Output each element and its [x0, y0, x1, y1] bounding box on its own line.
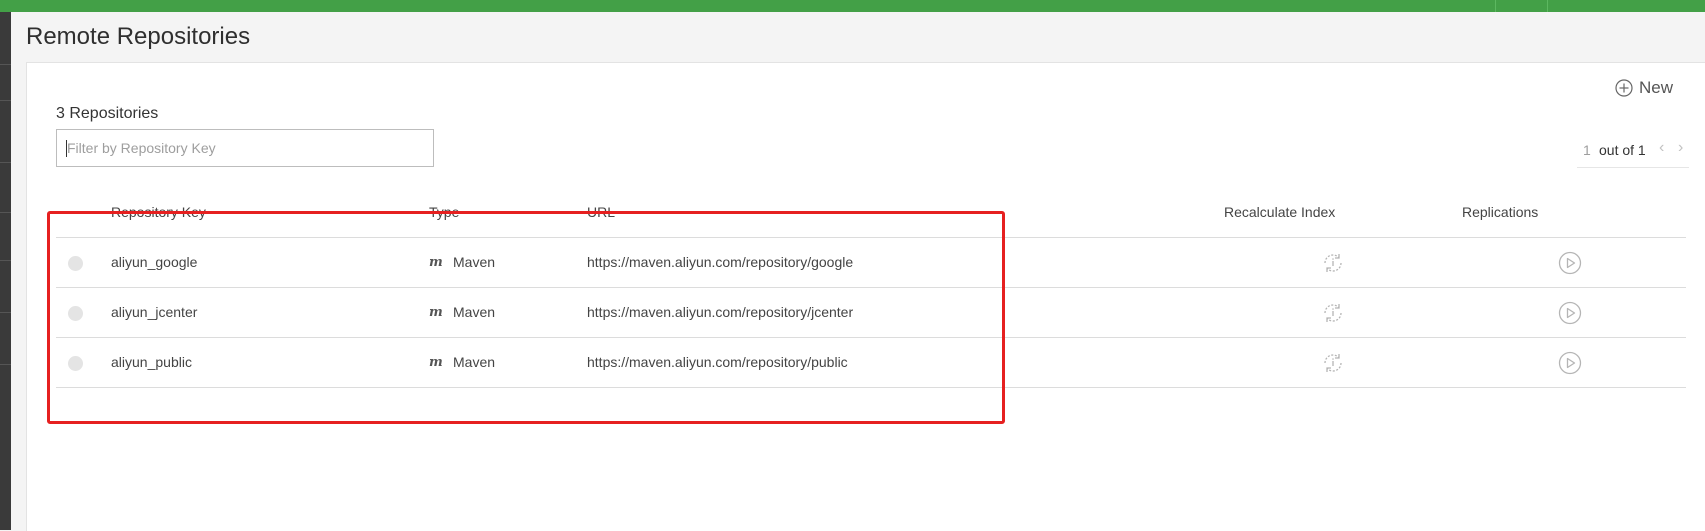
pagination: 1 out of 1 ‹ › — [1577, 139, 1689, 168]
play-circle-icon[interactable] — [1558, 251, 1582, 275]
side-nav-divider — [0, 312, 11, 313]
header-divider — [1495, 0, 1496, 12]
chevron-left-icon[interactable]: ‹ — [1659, 139, 1664, 157]
column-header-recalculate-index: Recalculate Index — [1224, 204, 1336, 220]
play-circle-icon[interactable] — [1558, 301, 1582, 325]
side-nav-divider — [0, 364, 11, 365]
pagination-total: out of 1 — [1599, 142, 1646, 158]
refresh-index-icon[interactable] — [1321, 251, 1345, 275]
new-repository-button[interactable]: New — [1615, 78, 1673, 98]
highlight-annotation-box — [47, 211, 1005, 424]
plus-circle-icon — [1615, 79, 1633, 97]
filter-repository-input[interactable] — [56, 129, 434, 167]
side-nav-divider — [0, 260, 11, 261]
chevron-right-icon[interactable]: › — [1678, 139, 1683, 157]
side-nav-divider — [0, 212, 11, 213]
side-nav-divider — [0, 64, 11, 65]
side-nav-strip — [0, 12, 11, 530]
repository-count: 3 Repositories — [56, 105, 159, 122]
play-circle-icon[interactable] — [1558, 351, 1582, 375]
refresh-index-icon[interactable] — [1321, 301, 1345, 325]
side-nav-divider — [0, 162, 11, 163]
side-nav-divider — [0, 100, 11, 101]
column-header-replications: Replications — [1462, 204, 1539, 220]
refresh-index-icon[interactable] — [1321, 351, 1345, 375]
new-button-label: New — [1639, 78, 1674, 97]
header-divider — [1547, 0, 1548, 12]
pagination-current-page[interactable]: 1 — [1583, 142, 1591, 158]
text-cursor — [66, 140, 67, 157]
page-title: Remote Repositories — [26, 23, 251, 50]
top-header-bar — [0, 0, 1705, 12]
